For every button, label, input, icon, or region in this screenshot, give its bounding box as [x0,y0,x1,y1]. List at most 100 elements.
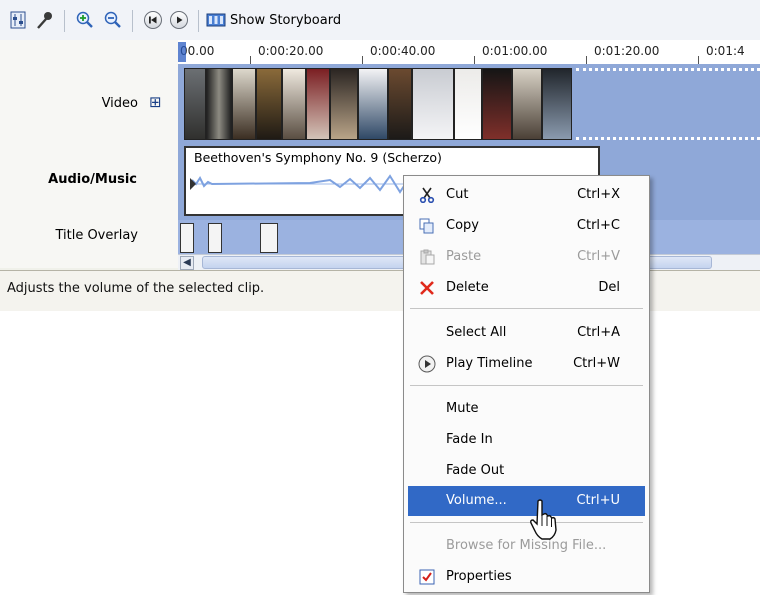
ruler-mark [362,56,363,64]
menu-separator [410,385,643,386]
video-clip[interactable] [256,68,282,140]
zoom-in-icon [76,11,93,28]
menu-item-shortcut: Del [598,280,620,295]
time-ruler[interactable]: 00.00 0:00:20.00 0:00:40.00 0:01:00.00 0… [178,40,760,65]
menu-separator [410,522,643,523]
menu-item-fade-in[interactable]: Fade In [408,425,645,455]
scissors-icon [418,186,436,204]
menu-item-shortcut: Ctrl+U [576,493,620,508]
video-clip[interactable] [282,68,306,140]
menu-item-label: Copy [446,218,479,233]
menu-item-shortcut: Ctrl+A [577,325,620,340]
title-overlay-track-label-text: Title Overlay [55,228,138,243]
video-track[interactable] [178,64,760,144]
menu-item-label: Delete [446,280,489,295]
set-audio-levels-button[interactable] [8,9,28,31]
zoom-out-button[interactable] [102,9,124,31]
timeline-toolbar: Show Storyboard [0,0,760,41]
audio-levels-icon [10,11,26,29]
zoom-out-icon [104,11,121,28]
video-clip[interactable] [330,68,358,140]
expand-video-track-icon[interactable]: ⊞ [149,93,162,111]
paste-icon [418,248,436,266]
toolbar-separator [198,10,199,32]
video-clip[interactable] [542,68,572,140]
menu-item-mute[interactable]: Mute [408,394,645,424]
show-storyboard-button[interactable]: Show Storyboard [206,9,406,31]
ruler-tick-label: 0:00:20.00 [258,44,324,58]
video-clip[interactable] [306,68,330,140]
scroll-left-arrow-icon[interactable]: ◀ [180,256,194,270]
title-clip[interactable] [260,223,278,253]
video-clip[interactable] [412,68,454,140]
status-text: Adjusts the volume of the selected clip. [7,281,265,296]
menu-item-paste: Paste Ctrl+V [408,242,645,272]
title-clip[interactable] [208,223,222,253]
ruler-mark [698,56,699,64]
toolbar-separator [64,10,65,32]
menu-item-shortcut: Ctrl+X [577,187,620,202]
properties-check-icon [418,568,436,586]
menu-separator [410,308,643,309]
video-clip[interactable] [482,68,512,140]
menu-item-select-all[interactable]: Select All Ctrl+A [408,318,645,348]
copy-icon [418,217,436,235]
menu-item-cut[interactable]: Cut Ctrl+X [408,180,645,210]
menu-item-shortcut: Ctrl+W [573,356,620,371]
menu-item-label: Mute [446,401,479,416]
ruler-tick-label: 0:01:4 [706,44,745,58]
video-track-label-text: Video [101,96,138,111]
play-icon [170,11,188,29]
video-clip[interactable] [232,68,256,140]
ruler-tick-label: 0:00:40.00 [370,44,436,58]
video-track-empty-area [576,68,760,140]
narrate-timeline-button[interactable] [34,9,56,31]
rewind-button[interactable] [142,9,164,31]
menu-item-fade-out[interactable]: Fade Out [408,456,645,486]
video-clip[interactable] [206,68,232,140]
menu-item-label: Fade Out [446,463,505,478]
menu-item-browse-missing-file: Browse for Missing File... [408,531,645,561]
video-clip[interactable] [184,68,206,140]
video-clip[interactable] [358,68,388,140]
ruler-tick-label: 0:01:00.00 [482,44,548,58]
menu-item-label: Fade In [446,432,493,447]
menu-item-play-timeline[interactable]: Play Timeline Ctrl+W [408,349,645,379]
title-clip[interactable] [180,223,194,253]
delete-x-icon [418,279,436,297]
video-clip[interactable] [454,68,482,140]
menu-item-shortcut: Ctrl+C [576,218,620,233]
audio-clip-name: Beethoven's Symphony No. 9 (Scherzo) [194,150,442,165]
hand-cursor-icon [530,499,557,540]
video-track-label: Video [102,96,138,111]
menu-item-label: Browse for Missing File... [446,538,607,553]
rewind-icon [144,11,162,29]
play-button[interactable] [168,9,190,31]
context-menu: Cut Ctrl+X Copy Ctrl+C Paste Ctrl+V Dele… [403,175,650,593]
audio-track-label: Audio/Music [48,172,137,187]
toolbar-separator [132,10,133,32]
ruler-mark [474,56,475,64]
playhead-indicator[interactable] [178,42,186,62]
menu-item-label: Play Timeline [446,356,533,371]
menu-item-properties[interactable]: Properties [408,562,645,592]
title-overlay-track-label: Title Overlay [55,228,138,243]
ruler-tick-label: 0:01:20.00 [594,44,660,58]
video-clip[interactable] [512,68,542,140]
show-storyboard-label: Show Storyboard [230,12,342,28]
menu-item-shortcut: Ctrl+V [577,249,620,264]
audio-track-label-text: Audio/Music [48,172,137,187]
storyboard-icon [206,13,226,27]
menu-item-delete[interactable]: Delete Del [408,273,645,303]
zoom-in-button[interactable] [74,9,96,31]
ruler-mark [250,56,251,64]
ruler-mark [586,56,587,64]
microphone-icon [37,12,52,29]
track-labels-panel: Video ⊞ Audio/Music Title Overlay [0,40,179,268]
video-clip[interactable] [388,68,412,140]
menu-item-label: Properties [446,569,512,584]
menu-item-label: Cut [446,187,469,202]
menu-item-label: Select All [446,325,507,340]
menu-item-volume[interactable]: Volume... Ctrl+U [408,486,645,516]
menu-item-copy[interactable]: Copy Ctrl+C [408,211,645,241]
